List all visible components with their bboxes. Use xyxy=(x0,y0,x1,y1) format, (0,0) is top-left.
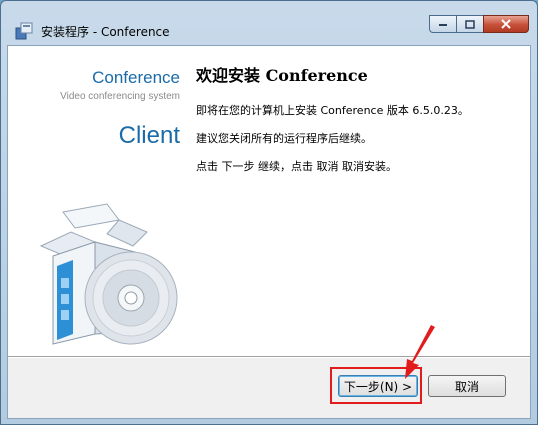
installer-content-area: Conference Video conferencing system Cli… xyxy=(7,45,531,419)
installer-window: 安装程序 - Conference Conference Video confe… xyxy=(0,0,538,425)
brand-edition: Client xyxy=(118,122,180,149)
welcome-title: 欢迎安装 Conference xyxy=(196,66,368,85)
brand-name: Conference xyxy=(92,68,180,87)
window-title: 安装程序 - Conference xyxy=(41,25,170,39)
bottom-divider xyxy=(8,356,530,358)
brand-tagline: Video conferencing system xyxy=(60,91,180,102)
branding-panel: Conference Video conferencing system Cli… xyxy=(8,46,188,356)
welcome-content: 欢迎安装 Conference 即将在您的计算机上安装 Conference 版… xyxy=(196,62,526,188)
install-info-text: 即将在您的计算机上安装 Conference 版本 6.5.0.23。 xyxy=(196,104,469,117)
close-button[interactable] xyxy=(483,15,529,33)
installer-app-icon xyxy=(15,22,33,40)
maximize-icon xyxy=(465,19,475,29)
maximize-button[interactable] xyxy=(456,15,483,33)
close-icon xyxy=(501,19,511,29)
title-bar[interactable]: 安装程序 - Conference xyxy=(1,1,537,45)
minimize-icon xyxy=(439,24,447,26)
caption-buttons xyxy=(429,15,529,35)
software-box-illustration xyxy=(39,203,178,345)
minimize-button[interactable] xyxy=(429,15,456,33)
close-programs-text: 建议您关闭所有的运行程序后继续。 xyxy=(196,132,372,145)
annotation-arrow-icon xyxy=(405,325,435,379)
instructions-text: 点击 下一步 继续，点击 取消 取消安装。 xyxy=(196,160,397,173)
